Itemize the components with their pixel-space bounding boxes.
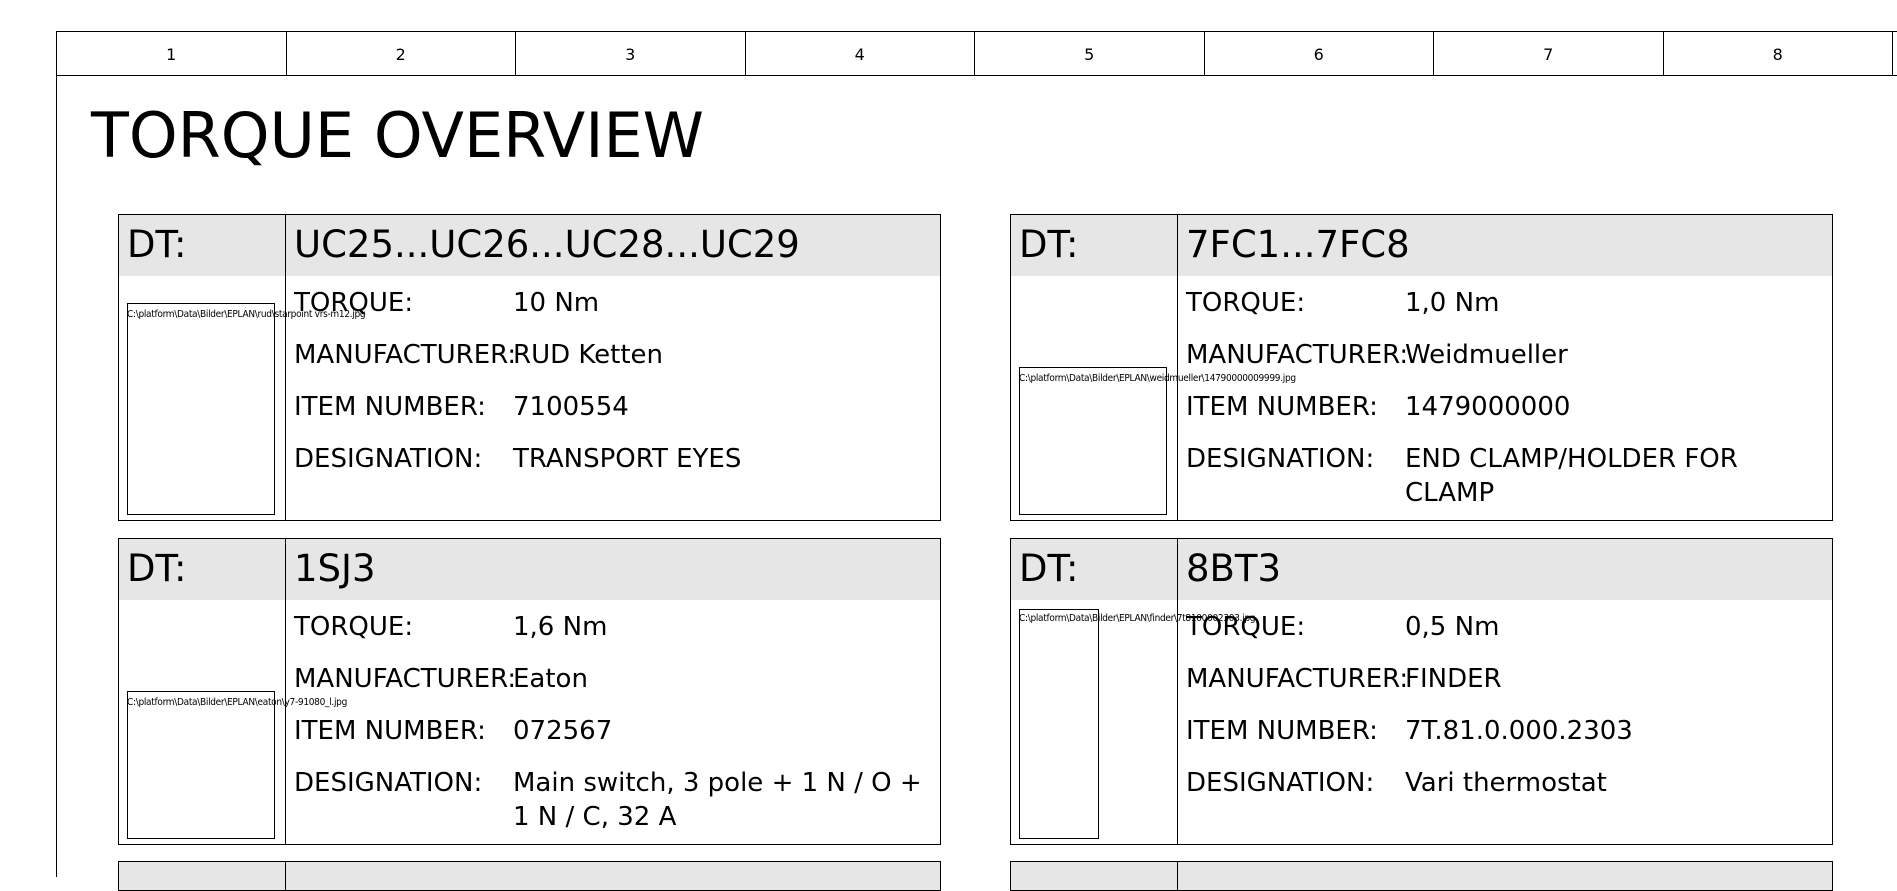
manufacturer-value: Weidmueller: [1405, 340, 1568, 370]
card-divider: [1177, 539, 1178, 844]
designation-value: END CLAMP/HOLDER FOR CLAMP: [1405, 444, 1738, 508]
ruler-column: 7: [1434, 32, 1664, 75]
torque-card: DT: 8BT3 C:\platform\Data\Bilder\EPLAN\f…: [1010, 538, 1833, 845]
image-path: C:\platform\Data\Bilder\EPLAN\eaton\y7-9…: [127, 697, 348, 708]
part-image-placeholder: [1019, 609, 1099, 839]
dt-value: UC25...UC26...UC28...UC29: [294, 223, 800, 266]
ruler-column: 4: [746, 32, 975, 75]
card-divider: [1177, 862, 1178, 890]
manufacturer-label: MANUFACTURER:: [1186, 664, 1409, 694]
torque-value: 1,0 Nm: [1405, 288, 1500, 318]
part-image-placeholder: [127, 691, 275, 839]
card-divider: [285, 862, 286, 890]
item-number-label: ITEM NUMBER:: [1186, 716, 1378, 746]
part-image-placeholder: [127, 303, 275, 515]
card-divider: [1177, 215, 1178, 520]
designation-value: TRANSPORT EYES: [513, 444, 742, 474]
manufacturer-label: MANUFACTURER:: [294, 664, 517, 694]
designation-value: Vari thermostat: [1405, 768, 1607, 798]
image-path: C:\platform\Data\Bilder\EPLAN\weidmuelle…: [1019, 373, 1296, 384]
card-divider: [285, 539, 286, 844]
item-number-label: ITEM NUMBER:: [294, 392, 486, 422]
item-number-value: 7100554: [513, 392, 629, 422]
part-image-placeholder: [1019, 367, 1167, 515]
designation-label: DESIGNATION:: [1186, 768, 1375, 798]
manufacturer-value: RUD Ketten: [513, 340, 663, 370]
torque-label: TORQUE:: [1186, 288, 1306, 318]
ruler-column: 6: [1205, 32, 1434, 75]
manufacturer-value: FINDER: [1405, 664, 1502, 694]
torque-card: DT: UC25...UC26...UC28...UC29 C:\platfor…: [118, 214, 941, 521]
designation-label: DESIGNATION:: [294, 444, 483, 474]
manufacturer-label: MANUFACTURER:: [1186, 340, 1409, 370]
ruler-column: 1: [57, 32, 287, 75]
dt-label: DT:: [1019, 547, 1079, 590]
manufacturer-value: Eaton: [513, 664, 588, 694]
dt-label: DT:: [127, 223, 187, 266]
torque-card-partial: [1010, 861, 1833, 891]
ruler-column: 2: [287, 32, 516, 75]
ruler-column: 3: [516, 32, 746, 75]
dt-label: DT:: [127, 547, 187, 590]
torque-label: TORQUE:: [294, 288, 414, 318]
column-ruler: 1 2 3 4 5 6 7 8: [57, 32, 1897, 76]
torque-label: TORQUE:: [294, 612, 414, 642]
page-title: TORQUE OVERVIEW: [91, 99, 704, 172]
designation-label: DESIGNATION:: [1186, 444, 1375, 474]
item-number-value: 1479000000: [1405, 392, 1571, 422]
item-number-value: 7T.81.0.000.2303: [1405, 716, 1633, 746]
torque-card-partial: [118, 861, 941, 891]
dt-value: 1SJ3: [294, 547, 376, 590]
torque-card: DT: 1SJ3 C:\platform\Data\Bilder\EPLAN\e…: [118, 538, 941, 845]
item-number-label: ITEM NUMBER:: [294, 716, 486, 746]
item-number-value: 072567: [513, 716, 613, 746]
torque-label: TORQUE:: [1186, 612, 1306, 642]
designation-label: DESIGNATION:: [294, 768, 483, 798]
manufacturer-label: MANUFACTURER:: [294, 340, 517, 370]
torque-card: DT: 7FC1...7FC8 C:\platform\Data\Bilder\…: [1010, 214, 1833, 521]
dt-value: 8BT3: [1186, 547, 1282, 590]
ruler-column: 5: [975, 32, 1205, 75]
torque-value: 1,6 Nm: [513, 612, 608, 642]
card-header: [119, 539, 940, 600]
torque-value: 10 Nm: [513, 288, 600, 318]
card-header: [1011, 539, 1832, 600]
ruler-column: 8: [1664, 32, 1893, 75]
dt-label: DT:: [1019, 223, 1079, 266]
card-header: [1011, 215, 1832, 276]
card-divider: [285, 215, 286, 520]
item-number-label: ITEM NUMBER:: [1186, 392, 1378, 422]
designation-value: Main switch, 3 pole + 1 N / O + 1 N / C,…: [513, 768, 922, 832]
torque-value: 0,5 Nm: [1405, 612, 1500, 642]
dt-value: 7FC1...7FC8: [1186, 223, 1410, 266]
